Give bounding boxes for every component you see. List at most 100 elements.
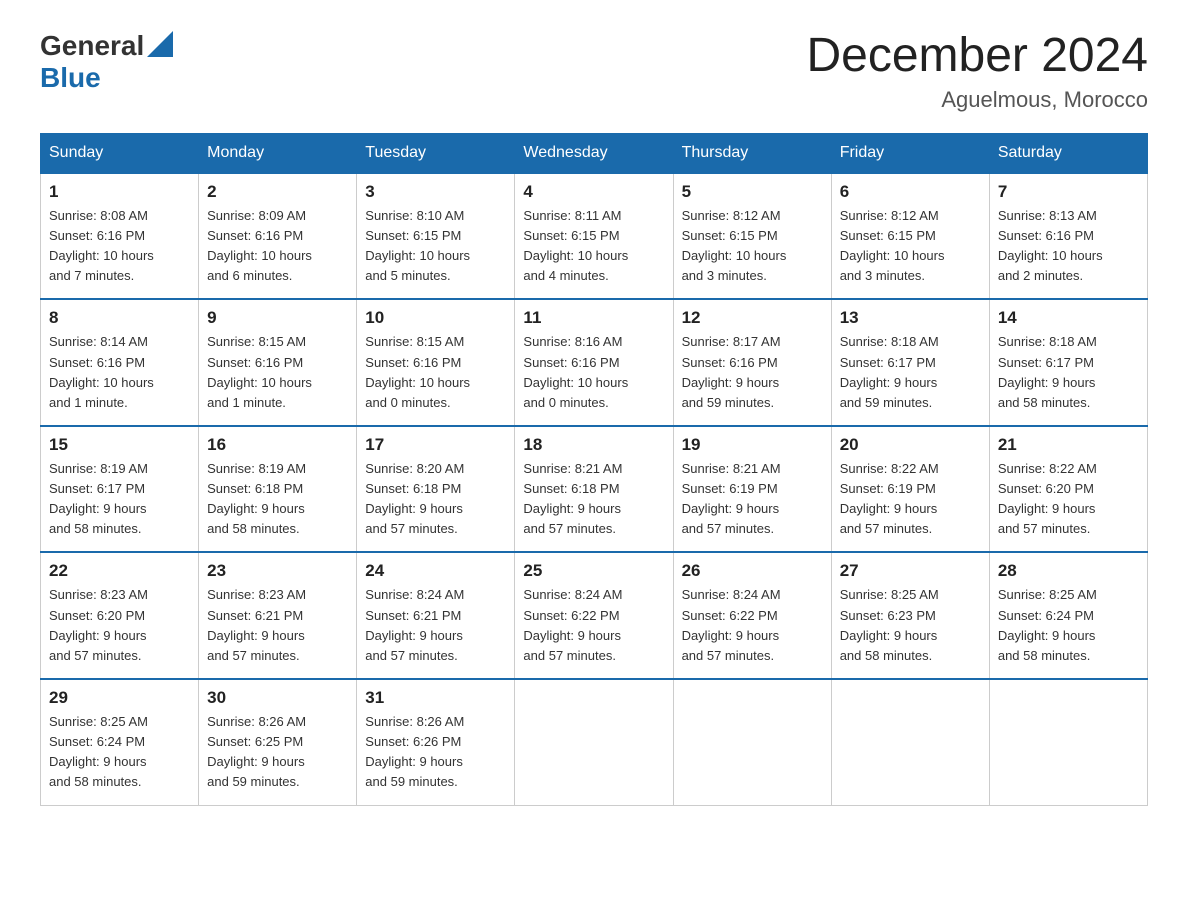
day-number: 4 [523, 182, 664, 202]
calendar-cell: 4 Sunrise: 8:11 AMSunset: 6:15 PMDayligh… [515, 173, 673, 300]
calendar-cell: 12 Sunrise: 8:17 AMSunset: 6:16 PMDaylig… [673, 299, 831, 426]
calendar-cell: 16 Sunrise: 8:19 AMSunset: 6:18 PMDaylig… [199, 426, 357, 553]
day-info: Sunrise: 8:08 AMSunset: 6:16 PMDaylight:… [49, 206, 190, 287]
calendar-cell: 15 Sunrise: 8:19 AMSunset: 6:17 PMDaylig… [41, 426, 199, 553]
day-number: 20 [840, 435, 981, 455]
day-info: Sunrise: 8:19 AMSunset: 6:17 PMDaylight:… [49, 459, 190, 540]
day-number: 11 [523, 308, 664, 328]
day-info: Sunrise: 8:22 AMSunset: 6:19 PMDaylight:… [840, 459, 981, 540]
day-header-tuesday: Tuesday [357, 133, 515, 173]
day-number: 25 [523, 561, 664, 581]
day-number: 31 [365, 688, 506, 708]
calendar-cell [989, 679, 1147, 805]
day-info: Sunrise: 8:19 AMSunset: 6:18 PMDaylight:… [207, 459, 348, 540]
calendar-cell: 14 Sunrise: 8:18 AMSunset: 6:17 PMDaylig… [989, 299, 1147, 426]
calendar-cell: 31 Sunrise: 8:26 AMSunset: 6:26 PMDaylig… [357, 679, 515, 805]
calendar-cell: 23 Sunrise: 8:23 AMSunset: 6:21 PMDaylig… [199, 552, 357, 679]
day-info: Sunrise: 8:15 AMSunset: 6:16 PMDaylight:… [207, 332, 348, 413]
calendar-cell: 8 Sunrise: 8:14 AMSunset: 6:16 PMDayligh… [41, 299, 199, 426]
day-info: Sunrise: 8:13 AMSunset: 6:16 PMDaylight:… [998, 206, 1139, 287]
calendar-table: SundayMondayTuesdayWednesdayThursdayFrid… [40, 133, 1148, 806]
calendar-header: SundayMondayTuesdayWednesdayThursdayFrid… [41, 133, 1148, 173]
day-info: Sunrise: 8:24 AMSunset: 6:22 PMDaylight:… [682, 585, 823, 666]
day-number: 1 [49, 182, 190, 202]
calendar-cell: 19 Sunrise: 8:21 AMSunset: 6:19 PMDaylig… [673, 426, 831, 553]
day-info: Sunrise: 8:24 AMSunset: 6:22 PMDaylight:… [523, 585, 664, 666]
calendar-cell: 11 Sunrise: 8:16 AMSunset: 6:16 PMDaylig… [515, 299, 673, 426]
day-number: 13 [840, 308, 981, 328]
day-header-wednesday: Wednesday [515, 133, 673, 173]
calendar-cell: 28 Sunrise: 8:25 AMSunset: 6:24 PMDaylig… [989, 552, 1147, 679]
day-info: Sunrise: 8:11 AMSunset: 6:15 PMDaylight:… [523, 206, 664, 287]
day-info: Sunrise: 8:18 AMSunset: 6:17 PMDaylight:… [840, 332, 981, 413]
day-info: Sunrise: 8:23 AMSunset: 6:21 PMDaylight:… [207, 585, 348, 666]
calendar-cell: 2 Sunrise: 8:09 AMSunset: 6:16 PMDayligh… [199, 173, 357, 300]
calendar-cell: 24 Sunrise: 8:24 AMSunset: 6:21 PMDaylig… [357, 552, 515, 679]
calendar-cell: 21 Sunrise: 8:22 AMSunset: 6:20 PMDaylig… [989, 426, 1147, 553]
day-number: 21 [998, 435, 1139, 455]
day-number: 23 [207, 561, 348, 581]
day-header-friday: Friday [831, 133, 989, 173]
day-number: 26 [682, 561, 823, 581]
day-number: 19 [682, 435, 823, 455]
day-header-row: SundayMondayTuesdayWednesdayThursdayFrid… [41, 133, 1148, 173]
calendar-cell: 7 Sunrise: 8:13 AMSunset: 6:16 PMDayligh… [989, 173, 1147, 300]
calendar-cell: 27 Sunrise: 8:25 AMSunset: 6:23 PMDaylig… [831, 552, 989, 679]
day-info: Sunrise: 8:25 AMSunset: 6:24 PMDaylight:… [998, 585, 1139, 666]
day-info: Sunrise: 8:16 AMSunset: 6:16 PMDaylight:… [523, 332, 664, 413]
day-info: Sunrise: 8:25 AMSunset: 6:23 PMDaylight:… [840, 585, 981, 666]
calendar-cell: 25 Sunrise: 8:24 AMSunset: 6:22 PMDaylig… [515, 552, 673, 679]
calendar-cell: 18 Sunrise: 8:21 AMSunset: 6:18 PMDaylig… [515, 426, 673, 553]
day-info: Sunrise: 8:20 AMSunset: 6:18 PMDaylight:… [365, 459, 506, 540]
day-info: Sunrise: 8:12 AMSunset: 6:15 PMDaylight:… [840, 206, 981, 287]
calendar-cell: 20 Sunrise: 8:22 AMSunset: 6:19 PMDaylig… [831, 426, 989, 553]
calendar-cell: 29 Sunrise: 8:25 AMSunset: 6:24 PMDaylig… [41, 679, 199, 805]
day-number: 29 [49, 688, 190, 708]
calendar-cell: 10 Sunrise: 8:15 AMSunset: 6:16 PMDaylig… [357, 299, 515, 426]
calendar-cell [831, 679, 989, 805]
calendar-cell: 9 Sunrise: 8:15 AMSunset: 6:16 PMDayligh… [199, 299, 357, 426]
calendar-cell: 3 Sunrise: 8:10 AMSunset: 6:15 PMDayligh… [357, 173, 515, 300]
day-number: 28 [998, 561, 1139, 581]
day-info: Sunrise: 8:21 AMSunset: 6:18 PMDaylight:… [523, 459, 664, 540]
day-header-sunday: Sunday [41, 133, 199, 173]
day-number: 7 [998, 182, 1139, 202]
day-info: Sunrise: 8:09 AMSunset: 6:16 PMDaylight:… [207, 206, 348, 287]
day-number: 22 [49, 561, 190, 581]
day-number: 18 [523, 435, 664, 455]
day-number: 6 [840, 182, 981, 202]
day-number: 3 [365, 182, 506, 202]
day-info: Sunrise: 8:26 AMSunset: 6:26 PMDaylight:… [365, 712, 506, 793]
page-header: General Blue December 2024 Aguelmous, Mo… [40, 30, 1148, 113]
day-info: Sunrise: 8:14 AMSunset: 6:16 PMDaylight:… [49, 332, 190, 413]
day-number: 12 [682, 308, 823, 328]
day-header-thursday: Thursday [673, 133, 831, 173]
logo-blue-text: Blue [40, 62, 101, 93]
day-number: 16 [207, 435, 348, 455]
calendar-cell: 5 Sunrise: 8:12 AMSunset: 6:15 PMDayligh… [673, 173, 831, 300]
day-info: Sunrise: 8:12 AMSunset: 6:15 PMDaylight:… [682, 206, 823, 287]
calendar-cell: 1 Sunrise: 8:08 AMSunset: 6:16 PMDayligh… [41, 173, 199, 300]
day-number: 27 [840, 561, 981, 581]
calendar-body: 1 Sunrise: 8:08 AMSunset: 6:16 PMDayligh… [41, 173, 1148, 805]
day-info: Sunrise: 8:23 AMSunset: 6:20 PMDaylight:… [49, 585, 190, 666]
subtitle: Aguelmous, Morocco [806, 87, 1148, 113]
title-section: December 2024 Aguelmous, Morocco [806, 30, 1148, 113]
calendar-week-3: 15 Sunrise: 8:19 AMSunset: 6:17 PMDaylig… [41, 426, 1148, 553]
main-title: December 2024 [806, 30, 1148, 83]
day-number: 24 [365, 561, 506, 581]
calendar-week-1: 1 Sunrise: 8:08 AMSunset: 6:16 PMDayligh… [41, 173, 1148, 300]
logo-icon [147, 31, 173, 57]
calendar-cell: 26 Sunrise: 8:24 AMSunset: 6:22 PMDaylig… [673, 552, 831, 679]
day-number: 10 [365, 308, 506, 328]
day-info: Sunrise: 8:26 AMSunset: 6:25 PMDaylight:… [207, 712, 348, 793]
day-number: 5 [682, 182, 823, 202]
day-number: 14 [998, 308, 1139, 328]
day-info: Sunrise: 8:18 AMSunset: 6:17 PMDaylight:… [998, 332, 1139, 413]
day-number: 17 [365, 435, 506, 455]
calendar-cell: 17 Sunrise: 8:20 AMSunset: 6:18 PMDaylig… [357, 426, 515, 553]
calendar-cell [515, 679, 673, 805]
calendar-cell: 6 Sunrise: 8:12 AMSunset: 6:15 PMDayligh… [831, 173, 989, 300]
day-info: Sunrise: 8:22 AMSunset: 6:20 PMDaylight:… [998, 459, 1139, 540]
logo: General Blue [40, 30, 173, 94]
